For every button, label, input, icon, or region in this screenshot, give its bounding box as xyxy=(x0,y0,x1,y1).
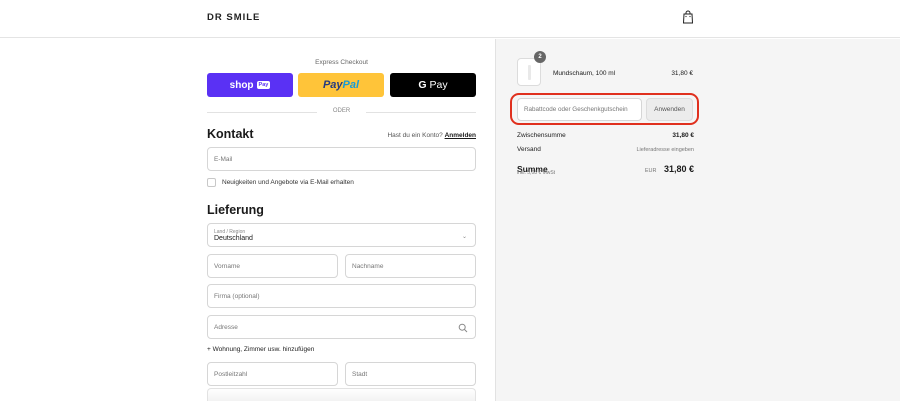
email-field[interactable]: E-Mail xyxy=(207,147,476,171)
promo-code-input[interactable]: Rabattcode oder Geschenkgutschein xyxy=(517,98,642,121)
newsletter-checkbox[interactable] xyxy=(207,178,216,187)
city-field[interactable]: Stadt xyxy=(345,362,476,386)
or-divider-text: ODER xyxy=(332,108,351,114)
promo-code-placeholder: Rabattcode oder Geschenkgutschein xyxy=(524,106,628,113)
shopping-bag-icon[interactable] xyxy=(682,10,694,24)
subtotal-value: 31,80 € xyxy=(672,132,694,139)
subtotal-label: Zwischensumme xyxy=(517,132,566,139)
newsletter-option[interactable]: Neuigkeiten und Angebote via E-Mail erha… xyxy=(207,178,354,187)
store-logo[interactable]: DR SMILE xyxy=(207,12,260,23)
postal-code-placeholder: Postleitzahl xyxy=(214,370,248,378)
address-placeholder: Adresse xyxy=(214,323,238,331)
last-name-placeholder: Nachname xyxy=(352,262,384,270)
google-pay-label: Pay xyxy=(429,79,448,91)
last-name-field[interactable]: Nachname xyxy=(345,254,476,278)
company-field[interactable]: Firma (optional) xyxy=(207,284,476,308)
quantity-badge: 2 xyxy=(534,51,546,63)
shop-pay-label: shop xyxy=(229,79,254,91)
subtotal-row: Zwischensumme 31,80 € xyxy=(517,132,694,139)
order-summary-column: 2 Mundschaum, 100 ml 31,80 € Rabattcode … xyxy=(495,39,900,401)
chevron-down-icon: ⌄ xyxy=(461,234,467,240)
shipping-label: Versand xyxy=(517,146,541,153)
shop-pay-tag: Pay xyxy=(256,81,271,89)
city-placeholder: Stadt xyxy=(352,370,368,378)
postal-code-field[interactable]: Postleitzahl xyxy=(207,362,338,386)
shipping-value: Lieferadresse eingeben xyxy=(636,147,695,153)
add-address-line-link[interactable]: + Wohnung, Zimmer usw. hinzufügen xyxy=(207,346,314,353)
country-select[interactable]: Land / Region Deutschland ⌄ xyxy=(207,223,476,247)
first-name-field[interactable]: Vorname xyxy=(207,254,338,278)
email-placeholder: E-Mail xyxy=(214,155,233,163)
google-g-icon: G xyxy=(418,79,427,91)
top-bar: DR SMILE xyxy=(0,0,900,38)
next-field-partial[interactable] xyxy=(207,388,476,401)
express-checkout-title: Express Checkout xyxy=(315,59,368,66)
currency-code: EUR xyxy=(644,168,657,174)
apply-promo-button[interactable]: Anwenden xyxy=(646,98,693,121)
newsletter-label: Neuigkeiten und Angebote via E-Mail erha… xyxy=(222,179,354,186)
shop-pay-button[interactable]: shop Pay xyxy=(207,73,293,97)
tax-note: inkl. 5,08 € MwSt xyxy=(517,170,556,176)
shipping-row: Versand Lieferadresse eingeben xyxy=(517,146,694,153)
or-divider: ODER xyxy=(207,107,476,117)
login-hint: Hast du ein Konto? Anmelden xyxy=(387,132,476,139)
paypal-button[interactable]: Pay Pal xyxy=(298,73,384,97)
login-prompt: Hast du ein Konto? xyxy=(387,132,443,139)
paypal-label-a: Pay xyxy=(322,79,343,91)
product-name: Mundschaum, 100 ml xyxy=(553,70,616,77)
contact-heading: Kontakt xyxy=(207,127,254,141)
address-field[interactable]: Adresse xyxy=(207,315,476,339)
product-price: 31,80 € xyxy=(671,70,693,77)
login-link[interactable]: Anmelden xyxy=(445,132,476,139)
paypal-label-b: Pal xyxy=(342,79,360,91)
search-icon[interactable] xyxy=(458,323,468,333)
company-placeholder: Firma (optional) xyxy=(214,292,260,300)
first-name-placeholder: Vorname xyxy=(214,262,241,270)
delivery-heading: Lieferung xyxy=(207,203,264,217)
country-value: Deutschland xyxy=(214,234,253,242)
total-value: 31,80 € xyxy=(663,164,694,174)
google-pay-button[interactable]: G Pay xyxy=(390,73,476,97)
checkout-form-column: Express Checkout shop Pay Pay Pal G Pay O… xyxy=(0,39,495,401)
